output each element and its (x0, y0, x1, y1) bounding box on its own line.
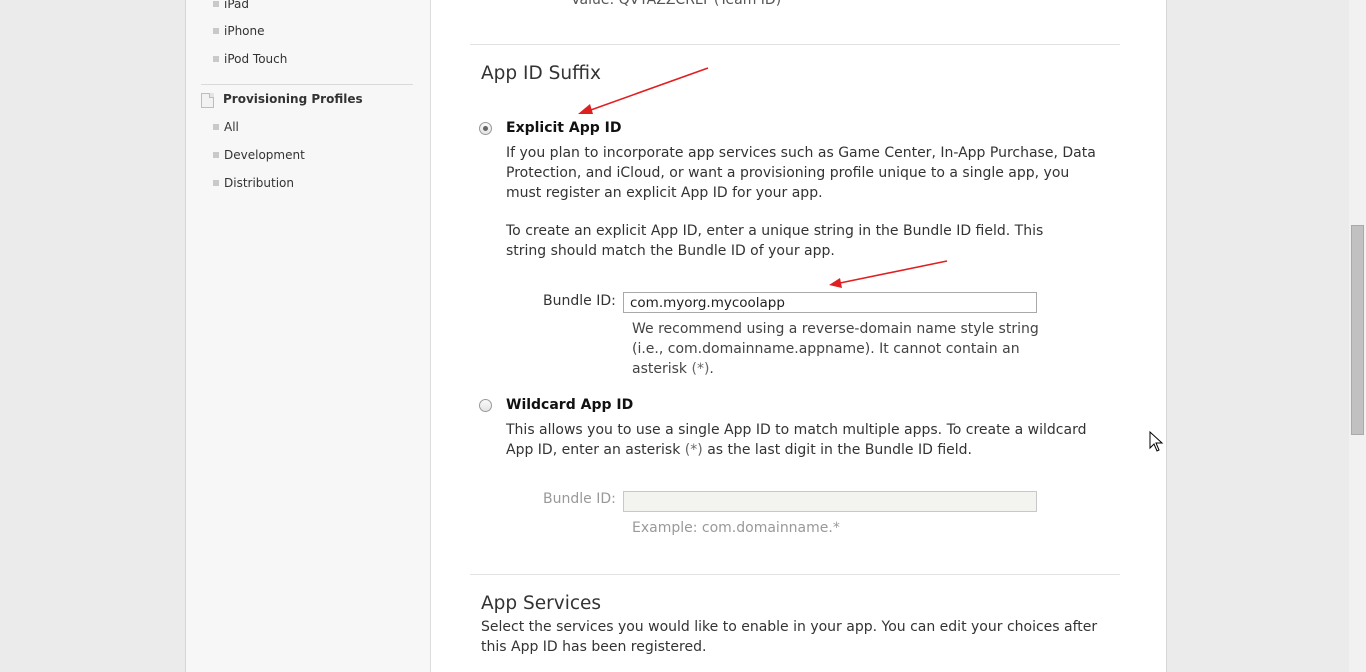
annotation-overlay (578, 67, 1164, 452)
annotation-arrow (829, 260, 948, 288)
annotation-arrow (578, 67, 709, 114)
mouse-cursor-icon (1149, 430, 1164, 452)
